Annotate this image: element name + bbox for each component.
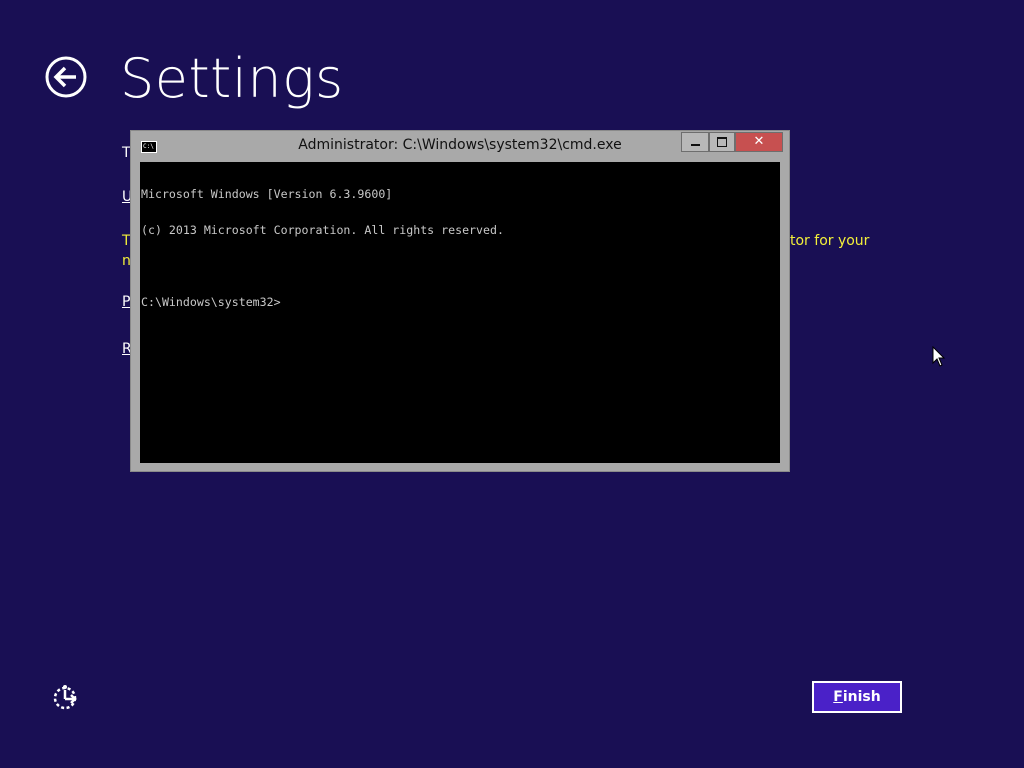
page-title: Settings <box>120 47 344 110</box>
back-arrow-icon <box>45 56 87 98</box>
cmd-titlebar[interactable]: C:\ Administrator: C:\Windows\system32\c… <box>131 131 789 163</box>
background-warning-text-right: tor for your <box>790 233 870 249</box>
finish-button[interactable]: Finish <box>812 681 902 713</box>
console-line: (c) 2013 Microsoft Corporation. All righ… <box>141 223 504 237</box>
close-button[interactable] <box>735 132 783 152</box>
cmd-window[interactable]: C:\ Administrator: C:\Windows\system32\c… <box>130 130 790 472</box>
ease-of-access-icon <box>53 685 77 710</box>
minimize-button[interactable] <box>681 132 709 152</box>
setup-screen: Settings T U T n tor for your P R C:\ Ad… <box>0 0 1024 768</box>
maximize-button[interactable] <box>709 132 735 152</box>
ease-of-access-button[interactable] <box>52 684 80 712</box>
console-prompt: C:\Windows\system32> <box>141 295 281 309</box>
back-button[interactable] <box>45 56 87 98</box>
finish-accelerator: F <box>833 689 843 705</box>
mouse-pointer-icon <box>932 346 946 367</box>
cmd-console[interactable]: Microsoft Windows [Version 6.3.9600] (c)… <box>140 162 780 463</box>
console-line: Microsoft Windows [Version 6.3.9600] <box>141 187 393 201</box>
finish-label: inish <box>842 689 881 705</box>
